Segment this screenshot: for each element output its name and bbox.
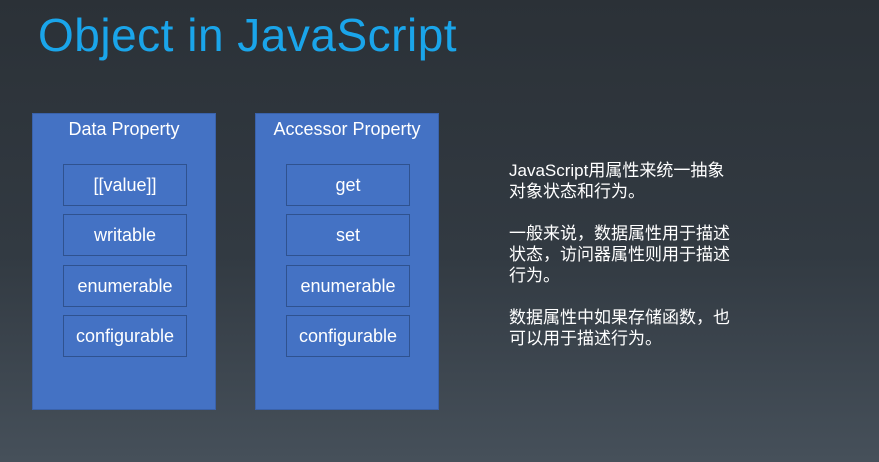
note-paragraph: JavaScript用属性来统一抽象 对象状态和行为。 <box>509 160 769 202</box>
data-property-heading: Data Property <box>68 119 180 139</box>
note-line: 一般来说，数据属性用于描述 <box>509 224 730 243</box>
attribute-value: [[value]] <box>63 164 187 206</box>
note-paragraph: 数据属性中如果存储函数，也 可以用于描述行为。 <box>509 307 769 349</box>
accessor-property-heading: Accessor Property <box>273 119 421 139</box>
attribute-configurable: configurable <box>63 315 187 357</box>
attribute-writable: writable <box>63 214 187 256</box>
note-line: 对象状态和行为。 <box>509 182 645 201</box>
attribute-enumerable: enumerable <box>63 265 187 307</box>
note-line: 行为。 <box>509 266 560 285</box>
accessor-property-panel: Accessor Property get set enumerable con… <box>255 113 439 410</box>
attribute-configurable: configurable <box>286 315 410 357</box>
note-line: 状态，访问器属性则用于描述 <box>509 245 730 264</box>
notes-text: JavaScript用属性来统一抽象 对象状态和行为。 一般来说，数据属性用于描… <box>509 160 769 370</box>
data-property-panel: Data Property [[value]] writable enumera… <box>32 113 216 410</box>
note-line: 数据属性中如果存储函数，也 <box>509 308 730 327</box>
note-line: JavaScript用属性来统一抽象 <box>509 161 725 180</box>
note-line: 可以用于描述行为。 <box>509 329 662 348</box>
note-paragraph: 一般来说，数据属性用于描述 状态，访问器属性则用于描述 行为。 <box>509 223 769 286</box>
attribute-enumerable: enumerable <box>286 265 410 307</box>
slide-title: Object in JavaScript <box>38 9 458 61</box>
attribute-get: get <box>286 164 410 206</box>
attribute-set: set <box>286 214 410 256</box>
